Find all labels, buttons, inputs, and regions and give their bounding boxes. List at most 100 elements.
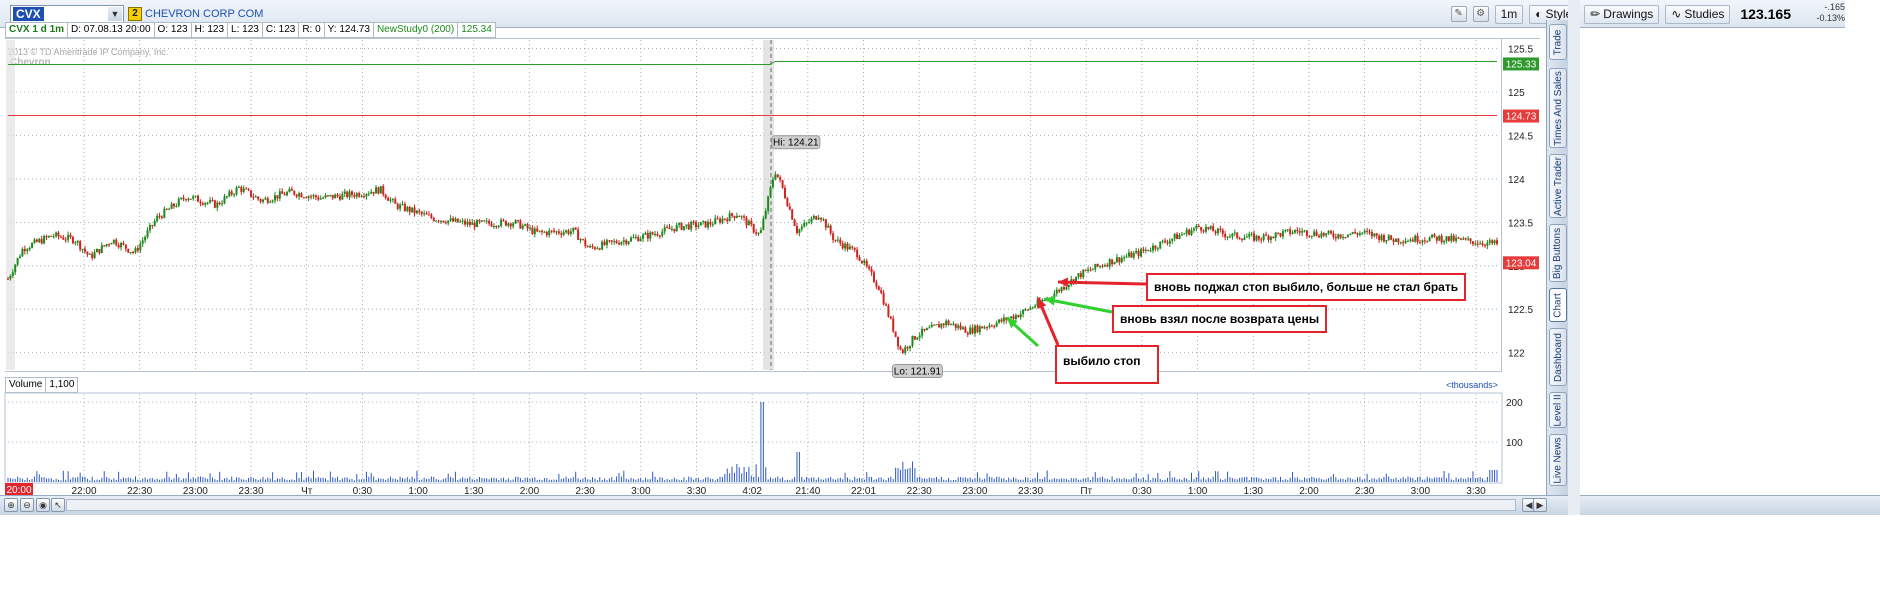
candle-body	[750, 220, 753, 225]
sidebar-tab-level-ii[interactable]: Level II	[1549, 392, 1567, 428]
studies-button[interactable]: ∿ Studies	[1665, 4, 1731, 24]
candle-body	[31, 243, 34, 248]
candle-body	[1245, 236, 1248, 238]
sidebar-tab-active-trader[interactable]: Active Trader	[1549, 154, 1567, 218]
candle-body	[1079, 273, 1082, 278]
candle-body	[1120, 258, 1123, 263]
candle-body	[408, 206, 411, 213]
candle-body	[1103, 265, 1106, 267]
candle-body	[560, 233, 563, 235]
candle-body	[553, 230, 556, 232]
candle-body	[1358, 233, 1361, 235]
candle-body	[923, 328, 926, 331]
study-moving-average-line	[8, 60, 1497, 65]
candle-body	[548, 230, 551, 236]
scroll-right-icon[interactable]: ▶	[1533, 498, 1547, 512]
candle-body	[1486, 242, 1489, 246]
candle-body	[1375, 233, 1378, 236]
sidebar-tab-times-and-sales[interactable]: Times And Sales	[1549, 68, 1567, 148]
candle-body	[986, 327, 989, 329]
candle-body	[23, 248, 26, 252]
candle-body	[622, 240, 625, 243]
candle-body	[1255, 235, 1258, 241]
sidebar-tab-trade[interactable]: Trade	[1549, 24, 1567, 60]
candle-body	[904, 347, 907, 353]
candle-body	[439, 220, 442, 222]
candle-body	[38, 239, 41, 242]
candle-body	[67, 234, 70, 240]
candle-body	[625, 240, 628, 244]
candle-body	[403, 203, 406, 211]
candle-body	[353, 195, 356, 197]
candle-body	[666, 227, 669, 229]
candle-body	[536, 228, 539, 232]
candle-body	[1293, 230, 1296, 233]
cursor-icon[interactable]: ↖	[51, 498, 65, 512]
candle-body	[642, 234, 645, 239]
candle-body	[372, 191, 375, 194]
candle-body	[21, 248, 24, 257]
candle-body	[971, 327, 974, 334]
zoom-fit-icon[interactable]: ⊕	[4, 498, 18, 512]
candle-body	[160, 216, 163, 218]
candle-body	[820, 217, 823, 220]
candle-body	[726, 219, 729, 222]
candle-body	[670, 228, 673, 230]
sidebar-tab-live-news[interactable]: Live News	[1549, 434, 1567, 486]
candle-body	[706, 221, 709, 228]
candle-body	[565, 230, 568, 233]
time-scrollbar[interactable]	[66, 499, 1516, 511]
candle-body	[945, 320, 948, 326]
candle-body	[974, 325, 977, 334]
candle-body	[278, 191, 281, 199]
candle-body	[136, 248, 139, 251]
candle-body	[370, 191, 373, 194]
candle-body	[449, 218, 452, 221]
session-start-band	[6, 40, 15, 370]
candle-body	[1303, 230, 1306, 232]
candle-body	[709, 221, 712, 225]
candle-body	[1173, 233, 1176, 239]
candle-body	[1257, 235, 1260, 240]
candle-body	[269, 201, 272, 203]
candle-body	[1274, 232, 1277, 238]
sidebar-tab-chart[interactable]: Chart	[1549, 288, 1567, 322]
zoom-icon[interactable]: ⊖	[20, 498, 34, 512]
candle-body	[283, 193, 286, 196]
candle-body	[935, 324, 938, 326]
candle-body	[485, 220, 488, 222]
candle-body	[543, 231, 546, 233]
candle-body	[901, 349, 904, 353]
candle-body	[367, 193, 370, 195]
candle-body	[1010, 316, 1013, 319]
sidebar-tab-big-buttons[interactable]: Big Buttons	[1549, 224, 1567, 282]
candle-body	[952, 323, 955, 325]
candle-body	[1450, 235, 1453, 241]
candle-body	[216, 202, 219, 208]
price-change-pct: -0.13%	[1816, 13, 1845, 23]
candle-body	[579, 239, 582, 241]
candle-body	[1493, 240, 1496, 244]
chart-canvas[interactable]: 125.5125124.5124123.5123122.512222:0022:…	[0, 0, 1545, 495]
candle-body	[1188, 229, 1191, 235]
candle-body	[163, 208, 166, 218]
candle-body	[245, 188, 248, 190]
candle-body	[105, 244, 108, 247]
candle-body	[767, 196, 770, 212]
time-tick-label: 21:40	[795, 486, 820, 495]
candle-body	[427, 214, 430, 216]
drawings-button[interactable]: ✏ Drawings	[1584, 4, 1660, 24]
price-tick-label: 123.5	[1508, 218, 1533, 229]
candle-body	[779, 177, 782, 181]
candle-body	[1289, 229, 1292, 234]
candle-body	[19, 256, 22, 258]
drag-icon[interactable]: ◉	[36, 498, 50, 512]
candle-body	[168, 208, 171, 210]
sidebar-tab-dashboard[interactable]: Dashboard	[1549, 328, 1567, 386]
candle-body	[96, 248, 99, 253]
candle-body	[812, 216, 815, 219]
red-arrow-stop-2	[1057, 280, 1147, 286]
candle-body	[1428, 237, 1431, 242]
candle-body	[1277, 232, 1280, 234]
candle-body	[1363, 230, 1366, 233]
